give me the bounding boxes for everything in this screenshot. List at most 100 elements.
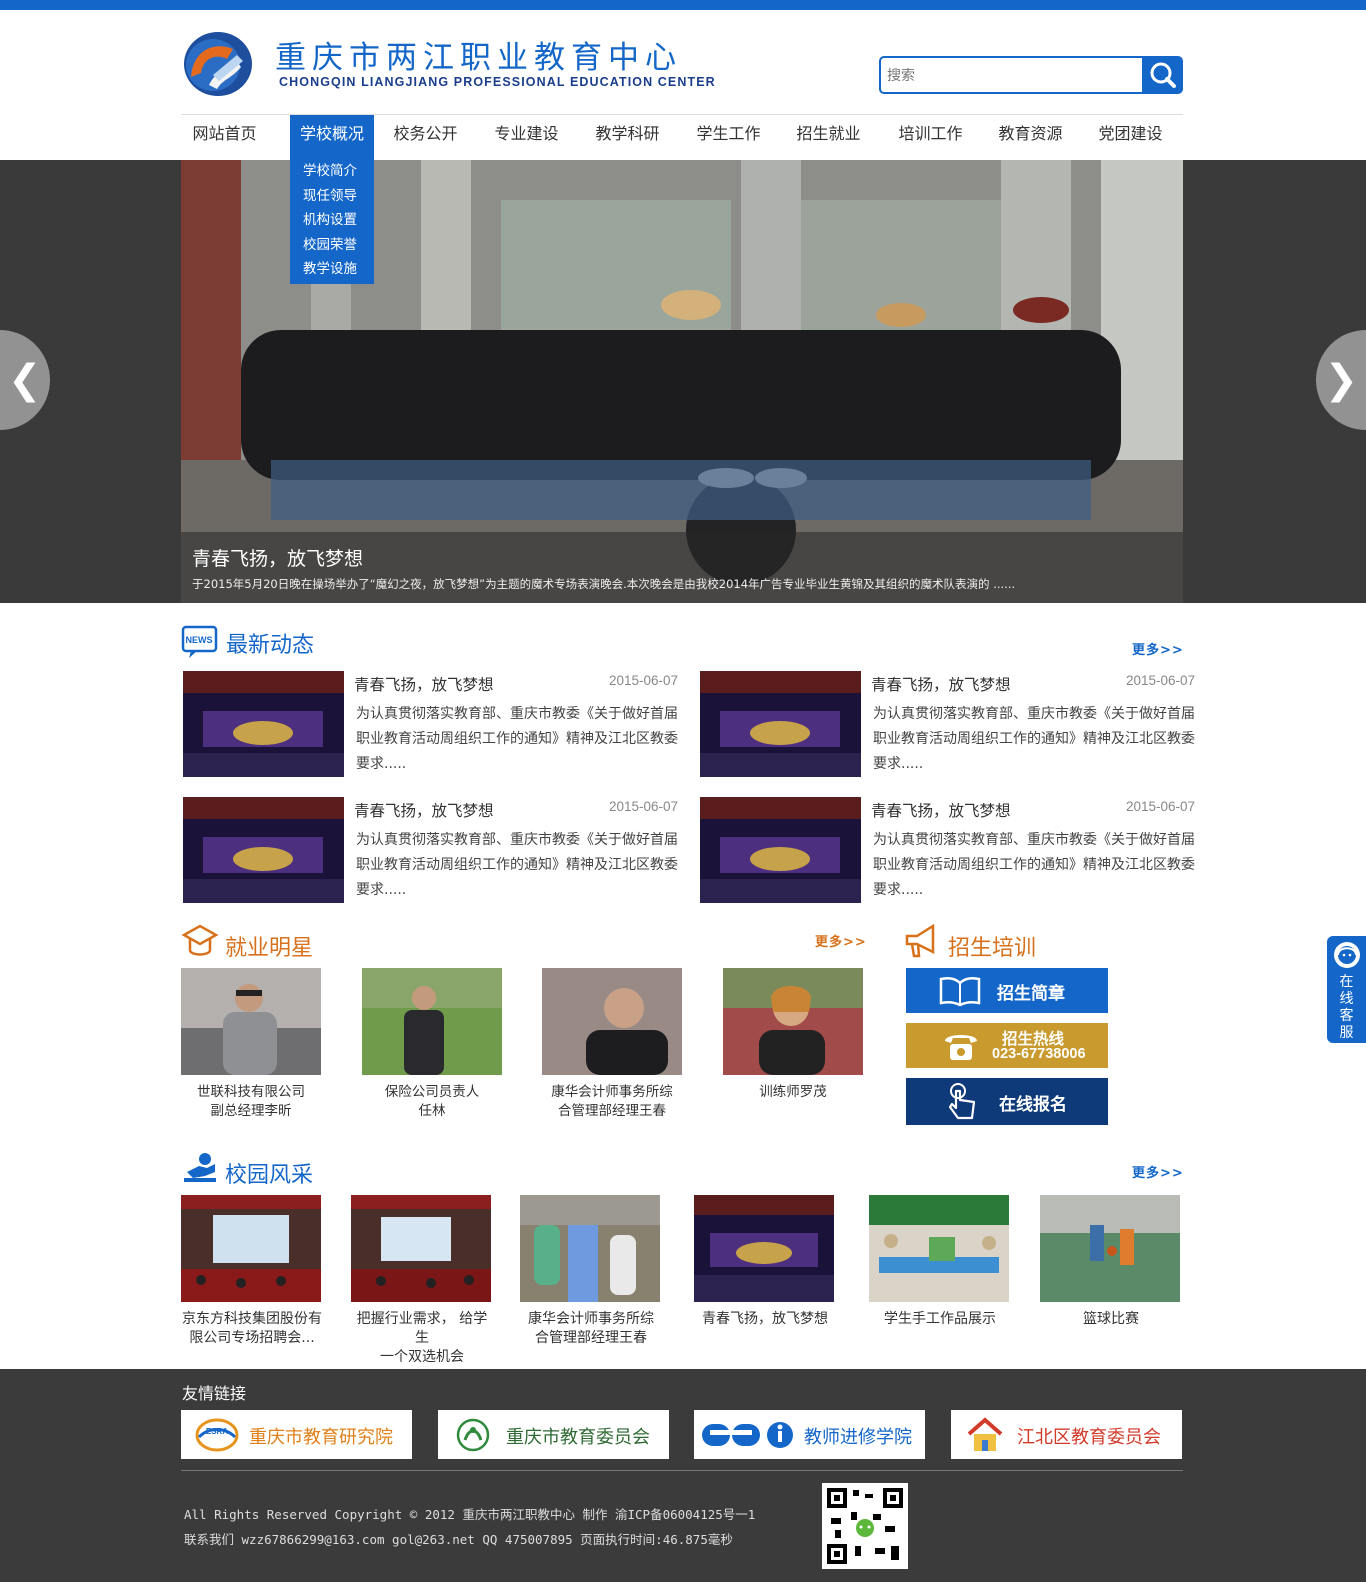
news-item[interactable]: 青春飞扬，放飞梦想 2015-06-07 为认真贯彻落实教育部、重庆市教委《关于… bbox=[700, 797, 1195, 905]
friend-link-teacher[interactable]: 教师进修学院 bbox=[694, 1410, 925, 1459]
dropdown-item-honors[interactable]: 校园荣誉 bbox=[290, 233, 374, 258]
graduation-cap-icon bbox=[181, 924, 219, 956]
campus-photo[interactable] bbox=[181, 1195, 321, 1302]
campus-more-link[interactable]: 更多>> bbox=[1132, 1162, 1184, 1181]
news-summary: 为认真贯彻落实教育部、重庆市教委《关于做好首届职业教育活动周组织工作的通知》精神… bbox=[873, 832, 1195, 898]
nav-item-admissions[interactable]: 招生就业 bbox=[785, 115, 872, 160]
online-service-widget[interactable]: 在线客服 bbox=[1327, 936, 1366, 1043]
top-accent-bar bbox=[0, 0, 1366, 10]
news-item[interactable]: 青春飞扬，放飞梦想 2015-06-07 为认真贯彻落实教育部、重庆市教委《关于… bbox=[183, 671, 678, 779]
online-apply-label: 在线报名 bbox=[999, 1095, 1067, 1115]
nav-item-training[interactable]: 培训工作 bbox=[887, 115, 974, 160]
star-caption-line2: 任林 bbox=[418, 1103, 446, 1119]
campus-photo[interactable] bbox=[520, 1195, 660, 1302]
star-photo[interactable] bbox=[723, 968, 863, 1075]
news-date: 2015-06-07 bbox=[1125, 673, 1195, 688]
news-more-link[interactable]: 更多>> bbox=[1132, 639, 1184, 658]
banner-slider: 青春飞扬，放飞梦想 于2015年5月20日晚在操场举办了“魔幻之夜，放飞梦想”为… bbox=[0, 160, 1366, 603]
campus-photo[interactable] bbox=[869, 1195, 1009, 1302]
hotline-banner[interactable]: 招生热线 023-67738006 bbox=[906, 1023, 1108, 1068]
dropdown-item-leaders[interactable]: 现任领导 bbox=[290, 184, 374, 209]
copyright-text: All Rights Reserved Copyright © 2012 重庆市… bbox=[184, 1507, 756, 1522]
campus-caption-line2: 合管理部经理王春 bbox=[535, 1330, 647, 1346]
star-caption-line1: 保险公司员责人 bbox=[384, 1084, 480, 1100]
qr-code-icon bbox=[825, 1486, 905, 1566]
star-card[interactable]: 康华会计师事务所综 合管理部经理王春 bbox=[542, 968, 682, 1121]
school-logo[interactable] bbox=[183, 31, 253, 97]
news-title[interactable]: 青春飞扬，放飞梦想 bbox=[871, 799, 1011, 821]
news-title[interactable]: 青春飞扬，放飞梦想 bbox=[871, 673, 1011, 695]
nav-item-party[interactable]: 党团建设 bbox=[1087, 115, 1174, 160]
friend-links-title: 友情链接 bbox=[182, 1384, 247, 1403]
star-caption-line1: 康华会计师事务所综 bbox=[551, 1084, 673, 1100]
news-thumbnail[interactable] bbox=[700, 671, 861, 777]
online-apply-button[interactable]: 在线报名 bbox=[906, 1078, 1108, 1125]
pointer-hand-icon bbox=[948, 1083, 976, 1120]
stars-section-title: 就业明星 bbox=[225, 936, 314, 961]
nav-item-students[interactable]: 学生工作 bbox=[685, 115, 772, 160]
nav-item-majors[interactable]: 专业建设 bbox=[483, 115, 570, 160]
campus-card[interactable]: 青春飞扬，放飞梦想 bbox=[694, 1195, 836, 1329]
friend-link-jiangbei-label: 江北区教育委员会 bbox=[1017, 1427, 1161, 1448]
news-item[interactable]: 青春飞扬，放飞梦想 2015-06-07 为认真贯彻落实教育部、重庆市教委《关于… bbox=[700, 671, 1195, 779]
friend-link-teacher-label: 教师进修学院 bbox=[804, 1427, 912, 1448]
news-summary: 为认真贯彻落实教育部、重庆市教委《关于做好首届职业教育活动周组织工作的通知》精神… bbox=[356, 706, 678, 772]
news-item[interactable]: 青春飞扬，放飞梦想 2015-06-07 为认真贯彻落实教育部、重庆市教委《关于… bbox=[183, 797, 678, 905]
campus-card[interactable]: 学生手工作品展示 bbox=[869, 1195, 1011, 1329]
dropdown-item-intro[interactable]: 学校简介 bbox=[290, 159, 374, 184]
stars-more-link[interactable]: 更多>> bbox=[815, 931, 867, 950]
campus-card[interactable]: 篮球比赛 bbox=[1040, 1195, 1182, 1329]
campus-card[interactable]: 康华会计师事务所综 合管理部经理王春 bbox=[520, 1195, 662, 1348]
banner-title[interactable]: 青春飞扬，放飞梦想 bbox=[192, 544, 363, 571]
esra-logo-icon: ESRA bbox=[195, 1418, 239, 1452]
campus-card[interactable]: 京东方科技集团股份有 限公司专场招聘会... bbox=[181, 1195, 323, 1348]
news-title[interactable]: 青春飞扬，放飞梦想 bbox=[354, 673, 494, 695]
nav-item-resources[interactable]: 教育资源 bbox=[987, 115, 1074, 160]
star-caption-line1: 世联科技有限公司 bbox=[197, 1084, 305, 1100]
nav-item-home[interactable]: 网站首页 bbox=[181, 115, 268, 160]
news-thumbnail[interactable] bbox=[183, 671, 344, 777]
star-photo[interactable] bbox=[181, 968, 321, 1075]
enroll-guide-button[interactable]: 招生简章 bbox=[906, 968, 1108, 1013]
friend-link-jiangbei[interactable]: 江北区教育委员会 bbox=[951, 1410, 1182, 1459]
nav-item-affairs[interactable]: 校务公开 bbox=[382, 115, 469, 160]
dropdown-item-structure[interactable]: 机构设置 bbox=[290, 208, 374, 233]
search-input[interactable] bbox=[879, 56, 1142, 94]
campus-card[interactable]: 把握行业需求， 给学生 一个双选机会 bbox=[351, 1195, 493, 1367]
svg-text:ESRA: ESRA bbox=[206, 1427, 228, 1436]
campus-caption-line1: 京东方科技集团股份有 bbox=[182, 1311, 322, 1327]
star-caption-line2: 副总经理李昕 bbox=[210, 1103, 292, 1119]
campus-caption-line2: 限公司专场招聘会... bbox=[189, 1330, 315, 1346]
star-card[interactable]: 保险公司员责人 任林 bbox=[362, 968, 502, 1121]
dropdown-item-facilities[interactable]: 教学设施 bbox=[290, 257, 374, 282]
telephone-icon bbox=[945, 1035, 977, 1060]
campus-photo[interactable] bbox=[351, 1195, 491, 1302]
news-date: 2015-06-07 bbox=[608, 799, 678, 814]
campus-photo[interactable] bbox=[694, 1195, 834, 1302]
headset-agent-icon bbox=[1333, 942, 1360, 968]
campus-photo[interactable] bbox=[1040, 1195, 1180, 1302]
banner-desc: 于2015年5月20日晚在操场举办了“魔幻之夜，放飞梦想”为主题的魔术专场表演晚… bbox=[192, 577, 1016, 591]
qr-code bbox=[822, 1483, 908, 1569]
search-button[interactable] bbox=[1142, 56, 1183, 94]
banner-caption: 青春飞扬，放飞梦想 于2015年5月20日晚在操场举办了“魔幻之夜，放飞梦想”为… bbox=[181, 532, 1183, 603]
star-photo[interactable] bbox=[542, 968, 682, 1075]
star-card[interactable]: 训练师罗茂 bbox=[723, 968, 863, 1102]
main-nav: 网站首页 学校概况 校务公开 专业建设 教学科研 学生工作 招生就业 培训工作 … bbox=[181, 114, 1183, 160]
news-section-title: 最新动态 bbox=[226, 633, 315, 658]
friend-link-research[interactable]: ESRA 重庆市教育研究院 bbox=[181, 1410, 412, 1459]
news-thumbnail[interactable] bbox=[700, 797, 861, 903]
star-card[interactable]: 世联科技有限公司 副总经理李昕 bbox=[181, 968, 321, 1121]
friend-link-commission[interactable]: 重庆市教育委员会 bbox=[438, 1410, 669, 1459]
campus-caption-line1: 学生手工作品展示 bbox=[884, 1311, 996, 1327]
search-icon bbox=[1150, 62, 1176, 88]
star-photo[interactable] bbox=[362, 968, 502, 1075]
nav-item-about[interactable]: 学校概况 bbox=[290, 115, 374, 160]
news-icon: NEWS bbox=[181, 625, 218, 658]
footer-divider bbox=[181, 1470, 1183, 1471]
nav-item-research[interactable]: 教学科研 bbox=[584, 115, 671, 160]
star-caption-line2: 合管理部经理王春 bbox=[558, 1103, 666, 1119]
news-title[interactable]: 青春飞扬，放飞梦想 bbox=[354, 799, 494, 821]
news-date: 2015-06-07 bbox=[1125, 799, 1195, 814]
news-thumbnail[interactable] bbox=[183, 797, 344, 903]
